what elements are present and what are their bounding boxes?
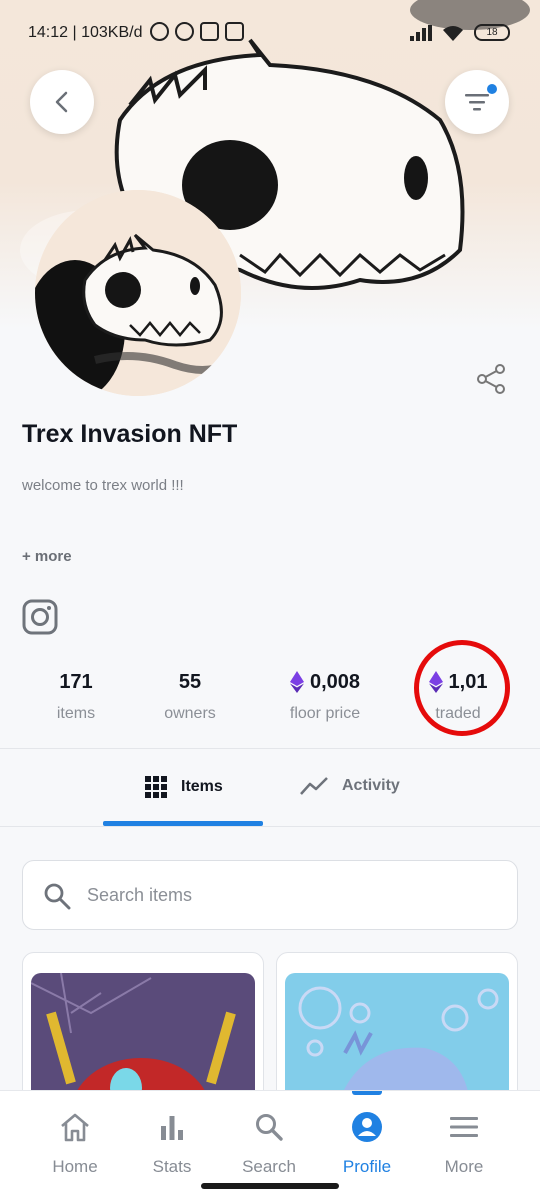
alarm-icon bbox=[150, 22, 169, 41]
filter-notification-dot bbox=[487, 84, 497, 94]
system-home-indicator[interactable] bbox=[201, 1183, 339, 1189]
menu-icon bbox=[450, 1117, 478, 1137]
chevron-left-icon bbox=[55, 91, 68, 113]
divider bbox=[0, 826, 540, 827]
whatsapp-icon bbox=[175, 22, 194, 41]
nav-more[interactable]: More bbox=[416, 1109, 512, 1177]
nav-home-label: Home bbox=[52, 1157, 98, 1176]
divider bbox=[0, 748, 540, 749]
collection-avatar bbox=[35, 190, 241, 396]
tab-activity-label: Activity bbox=[342, 777, 400, 794]
filter-button[interactable] bbox=[445, 70, 509, 134]
red-highlight-circle bbox=[414, 640, 510, 736]
signal-icon bbox=[410, 24, 432, 41]
nav-home[interactable]: Home bbox=[27, 1109, 123, 1177]
search-icon bbox=[256, 1114, 283, 1141]
grid-icon bbox=[145, 776, 167, 798]
battery-level: 18 bbox=[486, 27, 498, 38]
nav-search-label: Search bbox=[242, 1157, 296, 1176]
tab-bar: Items Activity bbox=[0, 750, 540, 826]
tab-items[interactable]: Items bbox=[145, 776, 223, 798]
nav-stats[interactable]: Stats bbox=[124, 1109, 220, 1177]
nav-search[interactable]: Search bbox=[221, 1109, 317, 1177]
nav-stats-label: Stats bbox=[152, 1157, 192, 1176]
stat-value: 0,008 bbox=[309, 670, 361, 693]
collection-title: Trex Invasion NFT bbox=[22, 420, 238, 448]
ethereum-icon bbox=[289, 671, 304, 693]
wifi-icon bbox=[443, 25, 463, 41]
status-bar: 14:12 | 103KB/d 18 bbox=[0, 0, 540, 64]
more-link[interactable]: + more bbox=[22, 548, 72, 565]
instagram-link[interactable] bbox=[22, 599, 58, 635]
search-icon bbox=[44, 883, 71, 910]
stat-value: 55 bbox=[178, 670, 202, 693]
instagram-icon bbox=[22, 599, 58, 635]
filter-icon bbox=[465, 94, 489, 111]
nav-more-label: More bbox=[444, 1157, 484, 1176]
bar-chart-icon bbox=[161, 1116, 183, 1140]
active-nav-indicator bbox=[352, 1091, 382, 1095]
collection-description: welcome to trex world !!! bbox=[22, 477, 184, 494]
stat-value: 171 bbox=[59, 670, 93, 693]
stat-label: owners bbox=[164, 705, 216, 722]
profile-icon bbox=[352, 1112, 382, 1142]
stat-label: floor price bbox=[289, 705, 361, 722]
tab-items-label: Items bbox=[181, 778, 223, 795]
trend-line-icon bbox=[300, 777, 328, 795]
tab-activity[interactable]: Activity bbox=[300, 776, 400, 796]
share-button[interactable] bbox=[474, 362, 508, 396]
battery-icon: 18 bbox=[474, 24, 510, 41]
share-icon bbox=[477, 364, 505, 394]
discord-icon bbox=[225, 22, 244, 41]
stat-floor-price: 0,008 floor price bbox=[270, 668, 380, 723]
discord-icon bbox=[200, 22, 219, 41]
stat-items: 171 items bbox=[36, 668, 116, 723]
nav-profile[interactable]: Profile bbox=[319, 1109, 415, 1177]
back-button[interactable] bbox=[30, 70, 94, 134]
status-notification-icons bbox=[150, 22, 244, 41]
status-system-icons: 18 bbox=[410, 24, 510, 41]
search-input[interactable] bbox=[87, 881, 487, 909]
stat-label: items bbox=[56, 705, 96, 722]
home-icon bbox=[61, 1113, 89, 1142]
status-time: 14:12 | 103KB/d bbox=[28, 24, 143, 41]
search-box bbox=[22, 860, 518, 930]
trex-avatar-image bbox=[35, 190, 241, 396]
stat-owners: 55 owners bbox=[150, 668, 230, 723]
nav-profile-label: Profile bbox=[342, 1157, 392, 1176]
